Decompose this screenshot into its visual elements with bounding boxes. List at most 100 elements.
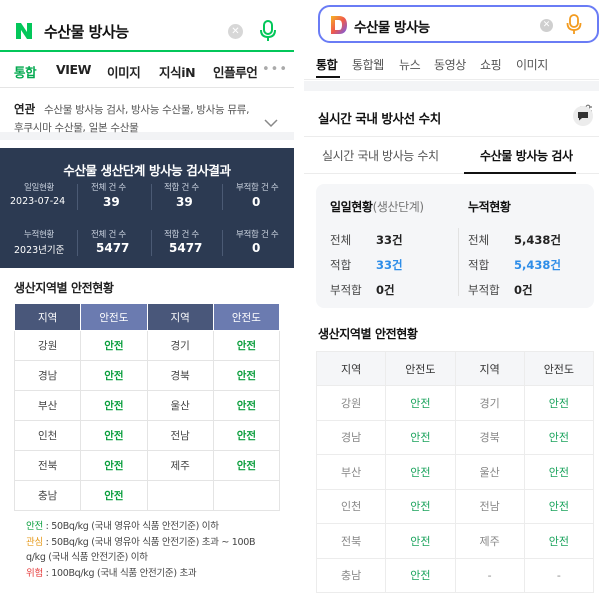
table-row: 강원 안전 경기 안전: [13, 330, 281, 361]
cumulative-ok-value: 5,438건: [514, 258, 561, 272]
related-keywords-line2[interactable]: 후쿠시마 수산물, 일본 수산물: [14, 120, 139, 135]
tab-integrated[interactable]: 통합: [14, 62, 37, 81]
cumulative-basis: 2023년기준: [14, 245, 65, 256]
daily-fail-value: 0건: [376, 283, 395, 297]
cumulative-fail-label: 부적합: [468, 283, 500, 297]
daily-total-value: 33건: [376, 233, 403, 247]
chevron-down-icon[interactable]: [264, 118, 278, 128]
daum-tab-bar: 통합 통합웹 뉴스 동영상 쇼핑 이미지: [304, 48, 599, 118]
tab-video[interactable]: 동영상: [434, 56, 466, 73]
section-gap: [304, 81, 599, 91]
cumulative-label: 누적현황: [24, 230, 55, 240]
divider: [151, 230, 152, 256]
clear-icon[interactable]: ✕: [228, 24, 243, 39]
safety-cell: 안전: [80, 480, 148, 511]
safety-cell: 안전: [385, 419, 456, 455]
safety-cell: 안전: [385, 385, 456, 421]
tab-integrated[interactable]: 통합: [316, 56, 338, 73]
inspection-summary: 일일현황(생산단계) 누적현황 전체 33건 적합 33건 부적합 0건 전체 …: [316, 184, 594, 308]
legend-warn-label: 관심: [26, 536, 43, 548]
cumulative-total-label: 전체 건 수: [91, 230, 126, 240]
tab-image[interactable]: 이미지: [516, 56, 548, 73]
subtab-bar: 실시간 국내 방사능 수치 수산물 방사능 검사: [304, 136, 599, 174]
table-row: 전북 안전 제주 안전: [13, 450, 281, 481]
safety-cell: 안전: [523, 488, 595, 524]
region-cell: 전남: [146, 420, 214, 451]
daum-logo-icon[interactable]: [330, 15, 348, 35]
legend-danger-text: : 100Bq/kg (국내 식품 안전기준) 초과: [42, 567, 197, 579]
divider: [222, 184, 223, 210]
region-cell: 강원: [315, 385, 387, 421]
safety-cell: 안전: [385, 488, 456, 524]
region-cell: 경기: [454, 385, 525, 421]
region-cell: 부산: [315, 454, 387, 490]
cumulative-fail-value: 0건: [514, 283, 533, 297]
table-row: 강원 안전 경기 안전: [315, 385, 595, 421]
clear-icon[interactable]: ✕: [540, 19, 553, 32]
table-row: 인천 안전 전남 안전: [13, 420, 281, 451]
daum-search-bar[interactable]: 수산물 방사능 ✕: [318, 5, 599, 43]
divider: [77, 184, 78, 210]
tab-view[interactable]: VIEW: [56, 62, 91, 77]
daily-fail-label: 부적합 건 수: [236, 183, 279, 193]
divider: [151, 184, 152, 210]
safety-cell: 안전: [523, 523, 595, 559]
region-cell: 인천: [13, 420, 82, 451]
header-safety: 안전도: [212, 303, 281, 331]
daily-ok-value: 33건: [376, 258, 403, 272]
safety-cell: 안전: [385, 523, 456, 559]
related-keywords-line1[interactable]: 수산물 방사능 검사, 방사능 수산물, 방사능 뮤류,: [44, 101, 284, 120]
table-row: 전북 안전 제주 안전: [315, 523, 595, 559]
tab-influencer[interactable]: 인플루언: [213, 62, 258, 81]
search-query[interactable]: 수산물 방사능: [44, 21, 129, 42]
table-row: 부산 안전 울산 안전: [315, 454, 595, 490]
active-tab-indicator: [316, 76, 340, 78]
legend-warn-text: : 50Bq/kg (국내 영유아 식품 안전기준) 초과 ~ 100B: [42, 536, 256, 548]
subtab-seafood-inspection[interactable]: 수산물 방사능 검사: [480, 147, 573, 164]
tab-shopping[interactable]: 쇼핑: [480, 56, 502, 73]
daily-fail-value: 0: [252, 195, 261, 209]
legend-danger: 위험 : 100Bq/kg (국내 식품 안전기준) 초과: [26, 566, 282, 582]
region-cell: 울산: [146, 390, 214, 421]
header-region: 지역: [315, 351, 387, 386]
microphone-icon[interactable]: [566, 14, 582, 36]
daily-fail-label: 부적합: [330, 283, 362, 297]
region-cell: 부산: [13, 390, 82, 421]
safety-cell: 안전: [80, 420, 148, 451]
daily-ok-label: 적합 건 수: [164, 183, 199, 193]
table-row: 인천 안전 전남 안전: [315, 488, 595, 524]
cumulative-fail-label: 부적합 건 수: [236, 230, 279, 240]
more-icon[interactable]: •••: [262, 62, 288, 77]
safety-cell: 안전: [385, 454, 456, 490]
region-cell: 전북: [315, 523, 387, 559]
region-cell: 전북: [13, 450, 82, 481]
region-safety-table: 지역 안전도 지역 안전도 강원 안전 경기 안전 경남 안전 경북 안전 부산…: [13, 303, 281, 511]
safety-cell: 안전: [212, 390, 281, 421]
chat-icon[interactable]: [573, 106, 593, 126]
search-query[interactable]: 수산물 방사능: [354, 16, 430, 36]
legend-safe-text: : 50Bq/kg (국내 영유아 식품 안전기준) 이하: [42, 521, 219, 532]
region-cell: 경북: [146, 360, 214, 391]
cumulative-total-label: 전체: [468, 233, 490, 247]
safety-cell: 안전: [212, 330, 281, 361]
divider: [458, 228, 459, 296]
daily-title-sub: (생산단계): [372, 200, 425, 214]
subtab-realtime-radiation[interactable]: 실시간 국내 방사능 수치: [322, 147, 439, 164]
naver-panel: 수산물 방사능 ✕ 통합 VIEW 이미지 지식iN 인플루언 ••• 연관 수…: [0, 0, 294, 595]
tab-knowledge-in[interactable]: 지식iN: [159, 62, 196, 81]
region-cell: 경남: [315, 419, 387, 455]
tab-image[interactable]: 이미지: [107, 62, 141, 81]
cumulative-total-value: 5,438건: [514, 233, 561, 247]
tab-news[interactable]: 뉴스: [399, 56, 421, 73]
region-cell: 전남: [454, 488, 525, 524]
safety-legend: 안전 : 50Bq/kg (국내 영유아 식품 안전기준) 이하 관심 : 50…: [26, 519, 282, 581]
tab-web[interactable]: 통합웹: [352, 56, 384, 73]
microphone-icon[interactable]: [258, 20, 278, 42]
safety-cell: 안전: [80, 450, 148, 481]
inspection-summary: 수산물 생산단계 방사능 검사결과 일일현황 2023-07-24 전체 건 수…: [0, 148, 294, 268]
naver-search-bar[interactable]: 수산물 방사능 ✕: [0, 0, 294, 52]
header-region: 지역: [146, 303, 214, 331]
divider: [77, 230, 78, 256]
header-safety: 안전도: [523, 351, 595, 386]
naver-logo-icon[interactable]: [14, 21, 34, 41]
